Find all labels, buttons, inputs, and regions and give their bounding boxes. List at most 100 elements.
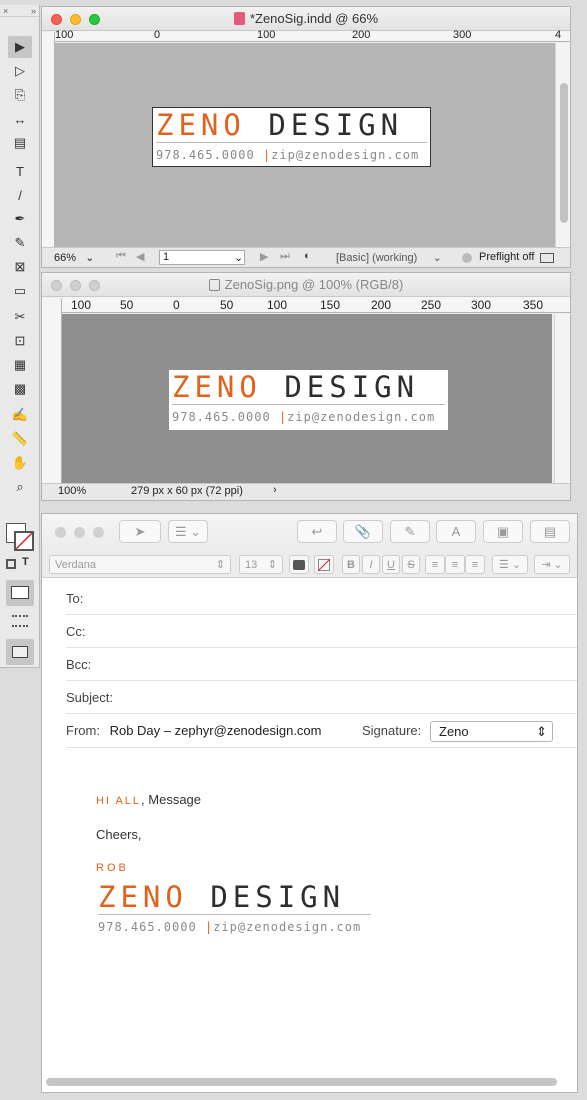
- bold-button[interactable]: B: [342, 555, 360, 574]
- email-text: zip@zenodesign.com: [271, 148, 420, 162]
- preflight-panel-icon[interactable]: [540, 253, 554, 263]
- reply-icon[interactable]: ↩: [297, 520, 337, 543]
- align-left-icon[interactable]: ≡: [425, 555, 445, 574]
- selection-tool-icon[interactable]: ▶: [8, 36, 32, 58]
- png-vertical-scrollbar[interactable]: [554, 314, 570, 485]
- indd-vertical-ruler: [42, 32, 55, 249]
- pen-tool-icon[interactable]: ✒: [8, 208, 32, 230]
- markup-icon[interactable]: ✎: [390, 520, 430, 543]
- subject-label: Subject:: [66, 690, 113, 705]
- preflight-status[interactable]: Preflight off: [479, 251, 534, 263]
- screen-mode-icon[interactable]: [6, 639, 34, 665]
- view-mode-icon[interactable]: [6, 580, 34, 606]
- header-fields-icon[interactable]: ☰ ⌄: [168, 520, 208, 543]
- underline-button[interactable]: U: [382, 555, 400, 574]
- stationery-icon[interactable]: ▤: [530, 520, 570, 543]
- cc-field[interactable]: Cc:: [66, 615, 577, 648]
- font-family-value: Verdana: [55, 558, 96, 571]
- align-right-icon[interactable]: ≡: [465, 555, 485, 574]
- email-text: zip@zenodesign.com: [287, 410, 436, 424]
- last-page-icon[interactable]: ⏭: [280, 250, 290, 263]
- to-field[interactable]: To:: [66, 582, 577, 615]
- indd-file-icon: [233, 12, 245, 25]
- indd-signature-frame[interactable]: ZENO DESIGN 978.465.0000 |zip@zenodesign…: [152, 107, 431, 167]
- direct-selection-tool-icon[interactable]: ▷: [8, 60, 32, 82]
- gradient-feather-tool-icon[interactable]: ▩: [8, 378, 32, 400]
- ruler-label: 0: [173, 298, 180, 312]
- photo-browser-icon[interactable]: ▣: [483, 520, 523, 543]
- page-dropdown-icon[interactable]: ⌄: [234, 251, 243, 264]
- message-body[interactable]: HI ALL, Message Cheers, ROB ZENO DESIGN …: [42, 750, 577, 1072]
- note-tool-icon[interactable]: ✍: [8, 404, 32, 426]
- stroke-swatch-icon[interactable]: [14, 531, 34, 551]
- png-window-title: ZenoSig.png @ 100% (RGB/8): [224, 277, 404, 292]
- send-icon[interactable]: ➤: [119, 520, 161, 543]
- formatting-affects-text-icon[interactable]: T: [22, 556, 29, 568]
- list-style-icon[interactable]: ☰ ⌄: [492, 555, 528, 574]
- zoom-window-button[interactable]: [93, 527, 104, 538]
- italic-button[interactable]: I: [362, 555, 380, 574]
- first-page-icon[interactable]: ⏮: [116, 250, 126, 263]
- close-window-button[interactable]: [51, 280, 62, 291]
- phone-text: 978.465.0000: [156, 148, 255, 162]
- rectangle-frame-tool-icon[interactable]: ⊠: [8, 256, 32, 278]
- workspace-mode-select[interactable]: [Basic] (working) ⌄: [336, 251, 442, 264]
- zoom-window-button[interactable]: [89, 14, 100, 25]
- open-in-icon[interactable]: ◐: [304, 250, 311, 262]
- preview-mode-icon[interactable]: [12, 615, 28, 627]
- next-page-icon[interactable]: ▶: [260, 250, 268, 263]
- zoom-level-select[interactable]: 66% ⌄: [54, 251, 94, 264]
- signature-select[interactable]: Zeno ⇕: [430, 721, 553, 742]
- minimize-window-button[interactable]: [70, 280, 81, 291]
- align-center-icon[interactable]: ≡: [445, 555, 465, 574]
- bcc-field[interactable]: Bcc:: [66, 648, 577, 681]
- from-select[interactable]: Rob Day – zephyr@zenodesign.com: [110, 723, 322, 738]
- png-zoom-level[interactable]: 100%: [58, 485, 86, 497]
- strikethrough-button[interactable]: S: [402, 555, 420, 574]
- type-tool-icon[interactable]: T: [8, 160, 32, 182]
- ruler-label: 300: [471, 298, 492, 312]
- minimize-window-button[interactable]: [70, 14, 81, 25]
- background-color-button[interactable]: [314, 555, 334, 574]
- minimize-window-button[interactable]: [74, 527, 85, 538]
- indd-vertical-scrollbar[interactable]: [555, 43, 570, 249]
- ruler-label: 300: [453, 29, 472, 41]
- gap-tool-icon[interactable]: ↔: [8, 108, 32, 130]
- png-signature-image[interactable]: ZENO DESIGN 978.465.0000 |zip@zenodesign…: [169, 370, 448, 430]
- rectangle-tool-icon[interactable]: ▭: [8, 280, 32, 302]
- indent-icon[interactable]: ⇥ ⌄: [534, 555, 570, 574]
- page-tool-icon[interactable]: ⎘: [8, 84, 32, 106]
- zoom-tool-icon[interactable]: ⌕: [8, 476, 32, 498]
- collapse-icon[interactable]: »: [31, 5, 36, 16]
- prev-page-icon[interactable]: ◀: [136, 250, 144, 263]
- zoom-window-button[interactable]: [89, 280, 100, 291]
- measure-tool-icon[interactable]: 📏: [8, 428, 32, 450]
- formatting-affects-container-icon[interactable]: [6, 559, 16, 569]
- status-menu-chevron-icon[interactable]: ›: [273, 484, 277, 496]
- line-tool-icon[interactable]: /: [8, 184, 32, 206]
- attach-icon[interactable]: 📎: [343, 520, 383, 543]
- png-horizontal-ruler: 100 50 0 50 100 150 200 250 300 350: [62, 297, 570, 313]
- horizontal-scrollbar[interactable]: [46, 1078, 557, 1086]
- zeno-text: ZENO: [172, 370, 262, 404]
- png-titlebar: ZenoSig.png @ 100% (RGB/8): [42, 273, 570, 297]
- gradient-swatch-tool-icon[interactable]: ▦: [8, 354, 32, 376]
- workspace-mode-value: [Basic] (working): [336, 252, 418, 264]
- indd-statusbar: 66% ⌄ ⏮ ◀ 1 ⌄ ▶ ⏭ ◐ [Basic] (working) ⌄ …: [42, 247, 570, 267]
- format-font-icon[interactable]: A: [436, 520, 476, 543]
- text-color-button[interactable]: [289, 555, 309, 574]
- font-family-select[interactable]: Verdana ⇕: [49, 555, 231, 574]
- subject-field[interactable]: Subject:: [66, 681, 577, 714]
- close-icon[interactable]: ×: [3, 5, 8, 16]
- page-number-field[interactable]: 1: [159, 250, 245, 265]
- free-transform-tool-icon[interactable]: ⊡: [8, 330, 32, 352]
- separator-bar: |: [204, 920, 214, 934]
- close-window-button[interactable]: [51, 14, 62, 25]
- pencil-tool-icon[interactable]: ✎: [8, 232, 32, 254]
- hand-tool-icon[interactable]: ✋: [8, 452, 32, 474]
- design-text: DESIGN: [210, 880, 346, 914]
- scissors-tool-icon[interactable]: ✂: [8, 306, 32, 328]
- content-collector-icon[interactable]: ▤: [8, 132, 32, 154]
- close-window-button[interactable]: [55, 527, 66, 538]
- font-size-select[interactable]: 13 ⇕: [239, 555, 283, 574]
